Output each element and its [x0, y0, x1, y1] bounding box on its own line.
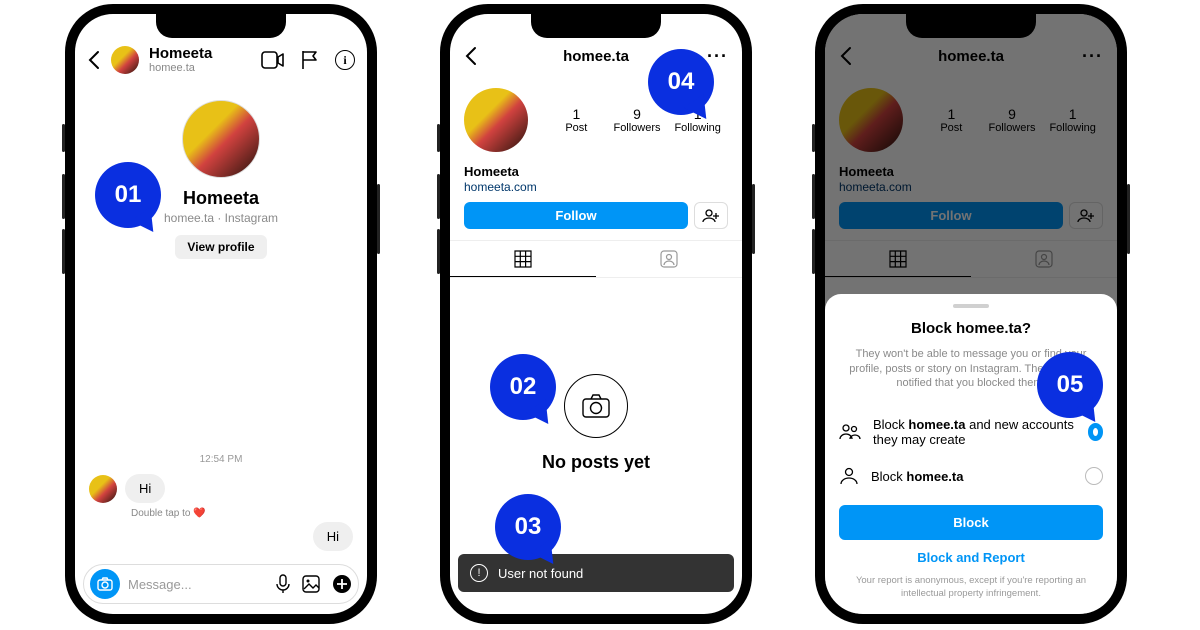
- step-bubble-3: 03: [495, 494, 561, 560]
- grid-tab[interactable]: [450, 241, 596, 277]
- profile-name: Homeeta: [183, 188, 259, 209]
- stat-followers[interactable]: 9Followers: [607, 106, 668, 134]
- step-bubble-1: 01: [95, 162, 161, 228]
- profile-avatar[interactable]: [182, 100, 260, 178]
- no-posts-label: No posts yet: [542, 452, 650, 473]
- profile-sub: homee.ta · Instagram: [164, 211, 278, 225]
- dm-header: Homeeta homee.ta i: [75, 38, 367, 82]
- double-tap-hint: Double tap to ❤️: [131, 508, 206, 519]
- sheet-title: Block homee.ta?: [839, 320, 1103, 337]
- incoming-message[interactable]: Hi: [125, 474, 165, 503]
- add-icon[interactable]: [332, 574, 352, 594]
- notch: [156, 14, 286, 38]
- stat-posts[interactable]: 1Post: [546, 106, 607, 134]
- block-and-report-button[interactable]: Block and Report: [839, 540, 1103, 575]
- composer-placeholder: Message...: [128, 577, 192, 592]
- notch: [531, 14, 661, 38]
- msg-avatar[interactable]: [89, 475, 117, 503]
- gallery-icon[interactable]: [302, 575, 320, 593]
- suggest-users-button[interactable]: [694, 202, 728, 229]
- block-sheet: Block homee.ta? They won't be able to me…: [825, 294, 1117, 614]
- video-call-icon[interactable]: [261, 51, 285, 69]
- alert-icon: !: [470, 564, 488, 582]
- camera-button[interactable]: [90, 569, 120, 599]
- flag-icon[interactable]: [301, 50, 319, 70]
- view-profile-button[interactable]: View profile: [175, 235, 266, 259]
- more-options-icon[interactable]: ···: [707, 46, 728, 67]
- follow-button[interactable]: Follow: [464, 202, 688, 229]
- outgoing-message[interactable]: Hi: [313, 522, 353, 551]
- block-button[interactable]: Block: [839, 505, 1103, 540]
- info-icon[interactable]: i: [335, 50, 355, 70]
- profile-link[interactable]: homeeta.com: [464, 180, 537, 194]
- dm-username: homee.ta: [149, 62, 212, 74]
- step-bubble-5: 05: [1037, 352, 1103, 418]
- profile-username: homee.ta: [563, 48, 629, 65]
- timestamp: 12:54 PM: [75, 454, 367, 465]
- radio-unselected[interactable]: [1085, 467, 1103, 485]
- block-option-single[interactable]: Block homee.ta: [839, 457, 1103, 495]
- sheet-grabber[interactable]: [953, 304, 989, 308]
- profile-name: Homeeta: [464, 164, 519, 179]
- step-bubble-4: 04: [648, 49, 714, 115]
- tagged-tab[interactable]: [596, 241, 742, 277]
- users-icon: [839, 423, 861, 441]
- message-composer[interactable]: Message...: [83, 564, 359, 604]
- step-bubble-2: 02: [490, 354, 556, 420]
- toast-user-not-found: ! User not found: [458, 554, 734, 592]
- back-icon[interactable]: [464, 46, 478, 66]
- avatar[interactable]: [111, 46, 139, 74]
- user-icon: [839, 467, 859, 485]
- camera-icon: [564, 374, 628, 438]
- report-disclaimer: Your report is anonymous, except if you'…: [839, 575, 1103, 600]
- back-icon[interactable]: [87, 50, 101, 70]
- profile-avatar[interactable]: [464, 88, 528, 152]
- mic-icon[interactable]: [276, 574, 290, 594]
- radio-selected[interactable]: [1088, 423, 1103, 441]
- notch: [906, 14, 1036, 38]
- dm-display-name[interactable]: Homeeta: [149, 46, 212, 63]
